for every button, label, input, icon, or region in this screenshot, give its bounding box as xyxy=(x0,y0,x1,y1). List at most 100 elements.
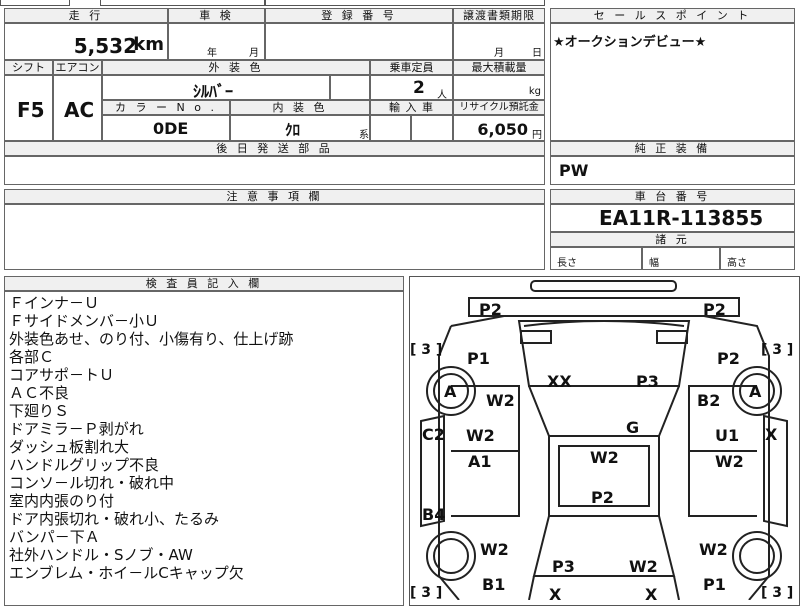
max-load-unit: kg xyxy=(528,86,541,97)
note-line: 室内内張のり付 xyxy=(9,492,115,510)
dim-length-cell: 長さ xyxy=(550,247,642,270)
mark-trunk-p3: P3 xyxy=(552,557,575,576)
chassis-value: EA11R-113855 xyxy=(599,206,764,230)
dimensions-header: 諸 元 xyxy=(550,232,795,247)
capacity-unit: 人 xyxy=(437,90,447,101)
top-strip-mid xyxy=(100,0,265,6)
sales-point-value: ★オークションデビュー★ xyxy=(553,35,707,50)
mark-fl-w2: W2 xyxy=(486,391,515,410)
recycle-unit: 円 xyxy=(532,130,542,141)
mark-door-r-w2: W2 xyxy=(715,452,744,471)
chassis-cell: EA11R-113855 xyxy=(550,204,795,232)
mark-roof-p2: P2 xyxy=(591,488,614,507)
mark-door-l-w2: W2 xyxy=(466,426,495,445)
dim-height-cell: 高さ xyxy=(720,247,795,270)
caution-cell xyxy=(4,204,545,270)
spec-table: 走 行 車 検 登 録 番 号 譲渡書類期限 5,532 km 年 月 月 日 … xyxy=(4,8,545,185)
tire-tread-rl: [ 3 ] xyxy=(410,585,442,600)
note-line: コアサポ－トＵ xyxy=(9,366,115,384)
tire-tread-fl: [ 3 ] xyxy=(410,342,442,358)
top-strip-right xyxy=(265,0,545,6)
transfer-deadline-header: 譲渡書類期限 xyxy=(453,8,545,23)
mirror-left xyxy=(520,330,552,344)
mark-fender-right: P2 xyxy=(717,349,740,368)
windshield xyxy=(528,385,680,437)
recycle-value: 6,050 xyxy=(477,120,528,139)
top-strip-left xyxy=(0,0,70,6)
chassis-header: 車 台 番 号 xyxy=(550,189,795,204)
inspector-notes-header: 検 査 員 記 入 欄 xyxy=(4,276,404,291)
mark-front-right-bumper: P2 xyxy=(703,300,726,319)
mark-fender-left: P1 xyxy=(467,349,490,368)
note-line: 下廻りＳ xyxy=(9,402,70,420)
max-load-header: 最大積載量 xyxy=(453,60,545,75)
shift-value: F5 xyxy=(17,98,45,122)
mileage-cell: 5,532 km xyxy=(4,23,168,60)
dim-width-cell: 幅 xyxy=(642,247,720,270)
mark-wheel-fl: A xyxy=(444,382,457,401)
note-line: エンブレム・ホイ－ルCキャップ欠 xyxy=(9,564,244,582)
note-line: バンパ－下Ａ xyxy=(9,528,100,546)
note-line: ＡＣ不良 xyxy=(9,384,70,402)
exterior-color-cell: ｼﾙﾊﾞｰ xyxy=(102,75,330,101)
interior-color-cell: ｸﾛ 系 xyxy=(230,115,370,141)
registration-header: 登 録 番 号 xyxy=(265,8,453,23)
interior-color-suffix: 系 xyxy=(359,130,369,141)
mark-tail-x-left: X xyxy=(549,585,562,600)
mark-roof-g: G xyxy=(626,418,639,437)
import-header: 輸 入 車 xyxy=(370,100,453,115)
sales-point-header: セ ー ル ス ポ イ ン ト xyxy=(550,8,795,23)
mark-tail-x-right: X xyxy=(645,585,658,600)
import-cell-a xyxy=(370,115,411,141)
note-line: Ｆサイドメンバ－小Ｕ xyxy=(9,312,160,330)
inspection-year: 年 xyxy=(207,48,217,59)
inspection-month: 月 xyxy=(249,48,259,59)
mark-front-left-bumper: P2 xyxy=(479,300,502,319)
mark-hood-left: XX xyxy=(547,372,572,391)
mark-right-x: X xyxy=(765,425,778,444)
mark-rear-r-w2: W2 xyxy=(699,540,728,559)
mark-pillar-l-c2: C2 xyxy=(422,425,445,444)
car-diagram: P2 P2 P1 P2 XX P3 A A W2 B2 G C2 X W2 U1… xyxy=(410,280,793,600)
interior-color-value: ｸﾛ xyxy=(285,121,301,139)
note-line: コンソ－ル切れ・破れ中 xyxy=(9,474,175,492)
front-bumper-cap xyxy=(530,280,677,292)
tire-tread-rr: [ 3 ] xyxy=(761,585,793,600)
aircon-value: AC xyxy=(64,98,95,122)
shift-cell: F5 xyxy=(4,75,53,141)
inspection-cell: 年 月 xyxy=(168,23,265,60)
note-line: Ｆインナ－Ｕ xyxy=(9,294,100,312)
mark-fr-b2: B2 xyxy=(697,391,720,410)
later-parts-header: 後 日 発 送 部 品 xyxy=(4,141,545,156)
mark-rear-r-p1: P1 xyxy=(703,575,726,594)
mark-trunk-w2: W2 xyxy=(629,557,658,576)
mark-wheel-fr: A xyxy=(749,382,762,401)
sales-point-cell: ★オークションデビュー★ xyxy=(550,23,795,141)
note-line: 各部Ｃ xyxy=(9,348,55,366)
caution-header: 注 意 事 項 欄 xyxy=(4,189,545,204)
color-no-cell: 0DE xyxy=(102,115,230,141)
front-bumper xyxy=(468,297,740,317)
recycle-cell: 6,050 円 xyxy=(453,115,545,141)
mark-hood-right: P3 xyxy=(636,372,659,391)
note-line: 社外ハンドル・Sノブ・AW xyxy=(9,546,193,564)
transfer-day: 日 xyxy=(532,48,542,59)
mark-rear-l-w2: W2 xyxy=(480,540,509,559)
aircon-header: エアコン xyxy=(53,60,102,75)
note-line: ドア内張切れ・破れ小、たるみ xyxy=(9,510,220,528)
mileage-header: 走 行 xyxy=(4,8,168,23)
capacity-cell: 2 人 xyxy=(370,75,453,101)
exterior-color-header: 外 装 色 xyxy=(102,60,370,75)
recycle-header: リサイクル預託金 xyxy=(453,100,545,115)
mark-sill-l-b4: B4 xyxy=(422,505,445,524)
later-parts-cell xyxy=(4,156,545,185)
max-load-cell: kg xyxy=(453,75,545,100)
note-line: ダッシュ板割れ大 xyxy=(9,438,130,456)
mileage-unit: km xyxy=(133,34,164,55)
aircon-cell: AC xyxy=(53,75,102,141)
dim-width-label: 幅 xyxy=(649,258,659,269)
color-no-value: 0DE xyxy=(153,119,189,138)
color-no-header: カ ラ ー N o . xyxy=(102,100,230,115)
registration-cell xyxy=(265,23,453,60)
mark-door-l-a1: A1 xyxy=(468,452,492,471)
